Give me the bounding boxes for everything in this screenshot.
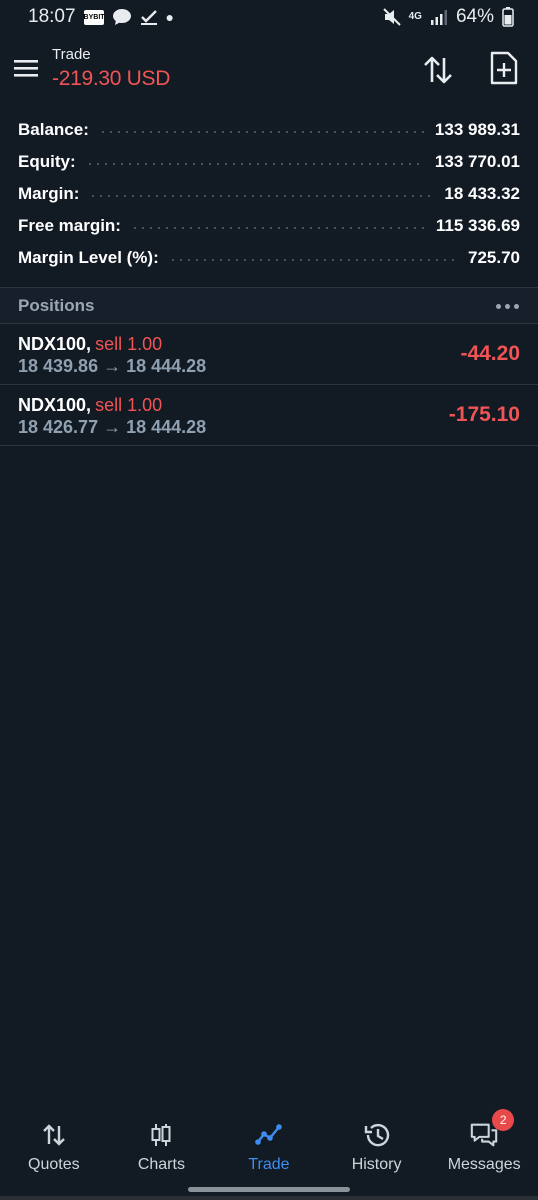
position-side: sell 1.00 (95, 395, 163, 415)
summary-value: 133 989.31 (434, 120, 520, 139)
summary-label: Equity: (18, 152, 76, 171)
status-bar: 18:07 BYBIT ● 4G 64% (0, 0, 538, 34)
dotted-leader (98, 131, 425, 133)
dotted-leader (168, 259, 458, 261)
total-profit: -219.30 USD (52, 67, 171, 90)
quotes-arrows-icon (39, 1120, 69, 1150)
bottom-navigation: Quotes Charts Trade History 2 Messages (0, 1109, 538, 1184)
summary-row-free-margin: Free margin: 115 336.69 (0, 210, 538, 242)
account-summary: Balance: 133 989.31 Equity: 133 770.01 M… (0, 114, 538, 274)
position-prices: 18 439.86 → 18 444.28 (18, 356, 207, 376)
history-clock-icon (362, 1120, 392, 1150)
dotted-leader (85, 163, 425, 165)
position-symbol: NDX100 (18, 395, 87, 415)
summary-label: Margin Level (%): (18, 248, 159, 267)
title-block: Trade -219.30 USD (52, 46, 170, 91)
separator: , (86, 395, 92, 415)
summary-row-balance: Balance: 133 989.31 (0, 114, 538, 146)
position-symbol: NDX100 (18, 334, 87, 354)
messages-badge: 2 (492, 1109, 515, 1131)
nav-trade[interactable]: Trade (219, 1112, 319, 1174)
nav-label: Messages (447, 1156, 521, 1173)
separator: , (86, 334, 92, 354)
battery-icon (502, 7, 514, 27)
summary-value: 133 770.01 (434, 152, 520, 171)
summary-row-margin-level: Margin Level (%): 725.70 (0, 242, 538, 274)
position-row[interactable]: NDX100, sell 1.00 18 426.77 → 18 444.28 -… (0, 385, 538, 446)
position-profit: -175.10 (448, 403, 520, 426)
mute-icon (382, 8, 401, 26)
more-dots-icon (505, 303, 510, 309)
summary-label: Free margin: (18, 216, 121, 235)
dotted-leader (130, 227, 426, 229)
menu-button[interactable] (12, 54, 40, 82)
summary-label: Balance: (18, 120, 89, 139)
signal-icon (430, 9, 448, 25)
summary-value: 18 433.32 (444, 184, 520, 203)
dotted-leader (89, 195, 435, 197)
sort-button[interactable] (420, 52, 456, 88)
summary-label: Margin: (18, 184, 80, 203)
candlestick-icon (146, 1120, 176, 1150)
position-profit: -44.20 (460, 342, 520, 365)
nav-charts[interactable]: Charts (111, 1112, 211, 1174)
nav-quotes[interactable]: Quotes (4, 1112, 104, 1174)
home-indicator[interactable] (188, 1187, 350, 1192)
positions-list: NDX100, sell 1.00 18 439.86 → 18 444.28 -… (0, 324, 538, 446)
nav-label: Trade (248, 1156, 290, 1173)
more-notifications-dot-icon: ● (165, 9, 175, 25)
position-title: NDX100, sell 1.00 (18, 334, 520, 355)
bybit-notification-icon: BYBIT (83, 9, 105, 25)
nav-label: History (351, 1156, 402, 1173)
check-notification-icon (140, 9, 158, 25)
chat-notification-icon (112, 8, 132, 26)
position-title: NDX100, sell 1.00 (18, 395, 520, 416)
system-nav-bar (0, 1196, 538, 1200)
nav-history[interactable]: History (327, 1112, 427, 1174)
summary-row-equity: Equity: 133 770.01 (0, 146, 538, 178)
more-dots-icon (496, 303, 501, 309)
new-document-icon (490, 51, 518, 85)
positions-header: Positions (0, 288, 538, 324)
trade-header: Trade -219.30 USD (0, 40, 538, 100)
position-side: sell 1.00 (95, 334, 163, 354)
positions-title: Positions (18, 296, 95, 315)
summary-value: 725.70 (468, 248, 520, 267)
status-time: 18:07 (28, 6, 76, 27)
battery-percent: 64% (455, 6, 494, 27)
new-order-button[interactable] (488, 50, 520, 86)
trade-line-icon (254, 1120, 284, 1150)
position-prices: 18 426.77 → 18 444.28 (18, 417, 207, 437)
nav-label: Quotes (28, 1156, 80, 1173)
position-row[interactable]: NDX100, sell 1.00 18 439.86 → 18 444.28 -… (0, 324, 538, 385)
page-title: Trade (52, 46, 91, 63)
summary-value: 115 336.69 (435, 216, 520, 235)
summary-row-margin: Margin: 18 433.32 (0, 178, 538, 210)
network-type-icon: 4G (408, 11, 422, 22)
hamburger-menu-icon (14, 60, 38, 77)
positions-more-button[interactable] (496, 301, 520, 311)
sort-arrows-icon (424, 56, 452, 84)
nav-messages[interactable]: 2 Messages (434, 1109, 534, 1174)
nav-label: Charts (137, 1156, 185, 1173)
more-dots-icon (514, 303, 519, 309)
